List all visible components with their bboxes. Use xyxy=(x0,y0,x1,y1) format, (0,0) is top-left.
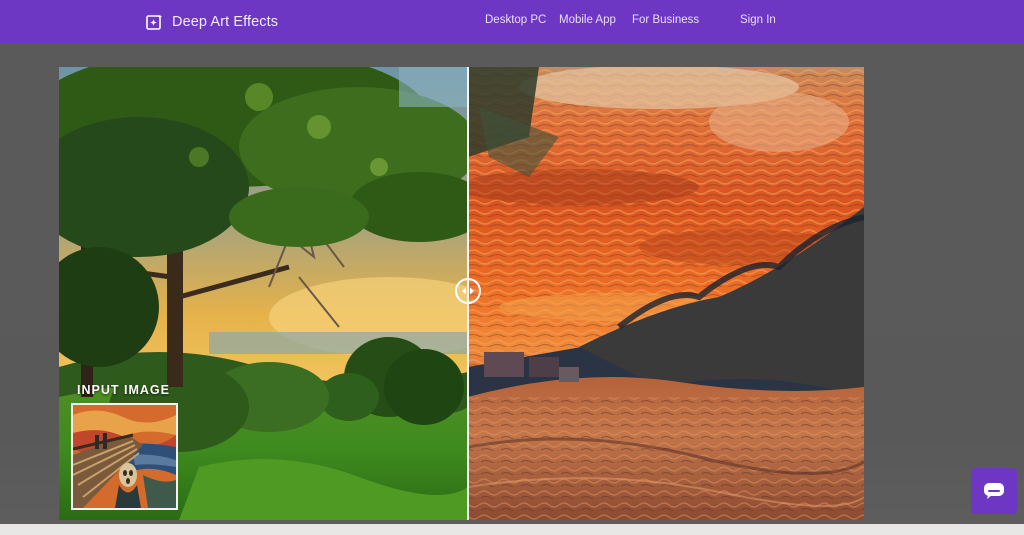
input-image-label: INPUT IMAGE xyxy=(77,383,170,397)
style-reference-artwork xyxy=(73,405,176,508)
nav-link-mobile-app[interactable]: Mobile App xyxy=(559,14,616,26)
chat-widget-button[interactable] xyxy=(971,468,1017,514)
nav-link-desktop-pc[interactable]: Desktop PC xyxy=(485,14,546,26)
comparison-slider-handle[interactable] xyxy=(455,278,481,304)
brand-name: Deep Art Effects xyxy=(172,14,279,30)
brand-logo-link[interactable]: Deep Art Effects xyxy=(146,11,278,33)
nav-link-sign-in[interactable]: Sign In xyxy=(740,14,776,26)
top-navigation-bar: Deep Art Effects Desktop PC Mobile App F… xyxy=(0,0,1024,43)
drag-arrows-icon xyxy=(462,287,474,295)
browser-bottom-strip xyxy=(0,524,1024,535)
chat-bubble-icon xyxy=(984,483,1004,499)
nav-link-for-business[interactable]: For Business xyxy=(632,14,699,26)
image-sparkle-icon xyxy=(146,14,163,30)
input-image-thumbnail[interactable] xyxy=(71,403,178,510)
